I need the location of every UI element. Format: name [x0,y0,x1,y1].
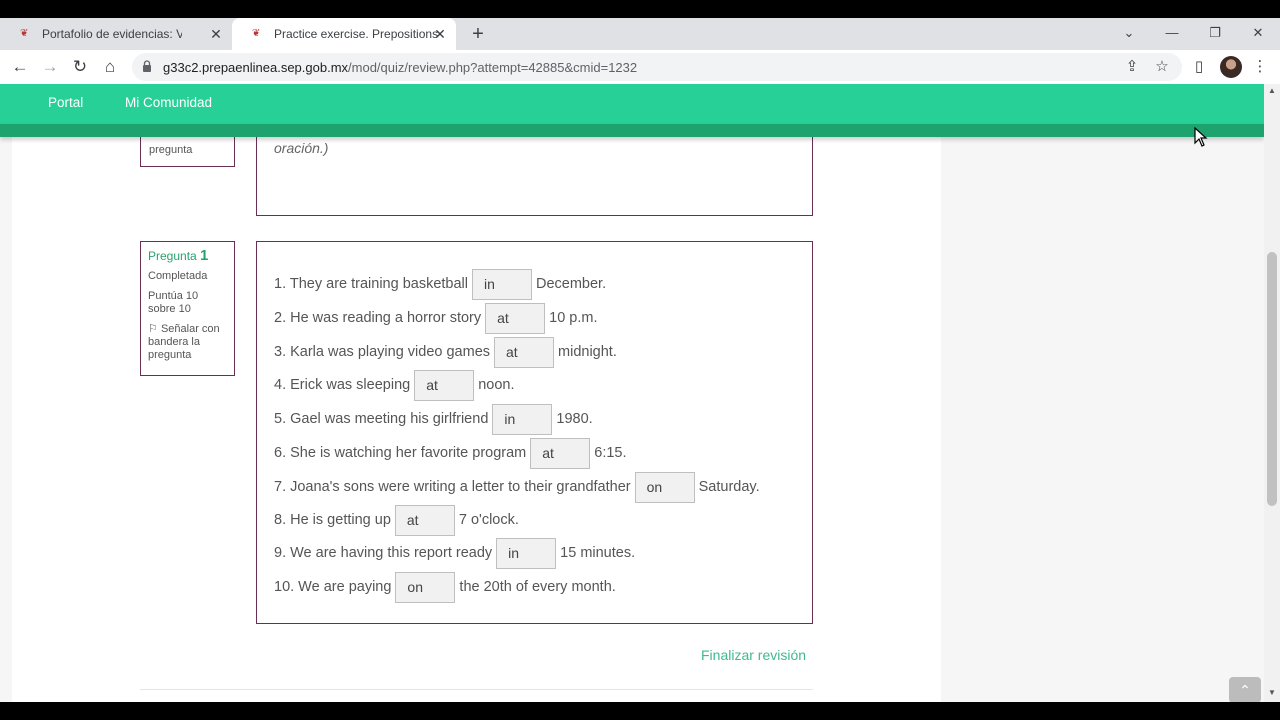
window-close-icon[interactable]: ✕ [1236,18,1280,50]
sentence-text-before: 10. We are paying [274,579,392,595]
browser-window: ❦ Portafolio de evidencias: Ver ✕ ❦ Prac… [0,18,1280,702]
back-to-top-button[interactable]: ⌃ [1229,677,1261,702]
browser-toolbar: ← → ↻ ⌂ g33c2.prepaenlinea.sep.gob.mx/mo… [0,50,1280,84]
question-sentence: 6. She is watching her favorite program a… [274,437,627,469]
site-favicon-icon: ❦ [20,28,29,39]
answer-field: at [485,302,546,334]
sentence-text-after: 10 p.m. [549,310,598,326]
sentence-text-after: 1980. [556,411,593,427]
flag-question-label: Señalar con bandera la pregunta [148,323,220,361]
sentence-text-before: 1. They are training basketball [274,276,468,292]
answer-field: in [492,403,553,435]
flag-icon: ⚐ [148,323,158,335]
restore-icon[interactable]: ❐ [1193,18,1237,50]
web-page: pregunta oración.) Pregunta 1 Completada… [0,84,1264,702]
sentence-text-after: Saturday. [698,479,760,495]
finish-review-link[interactable]: Finalizar revisión [701,647,806,663]
sentence-text-after: 7 o'clock. [458,512,519,528]
answer-field: on [634,471,695,503]
sentence-text-before: 8. He is getting up [274,512,391,528]
question-sentence: 7. Joana's sons were writing a letter to… [274,471,760,503]
right-column [941,137,1264,702]
site-navbar: Portal Mi Comunidad [0,84,1264,124]
sentence-text-before: 6. She is watching her favorite program [274,445,527,461]
tab-title: Practice exercise. Prepositions: Re [274,27,438,41]
address-bar[interactable]: g33c2.prepaenlinea.sep.gob.mx/mod/quiz/r… [132,53,1182,81]
question-number: Pregunta 1 [148,247,227,264]
sentence-text-before: 7. Joana's sons were writing a letter to… [274,479,631,495]
question-sentence: 4. Erick was sleeping at noon. [274,369,515,401]
previous-question-label: pregunta [149,144,193,156]
new-tab-icon[interactable]: + [466,22,490,46]
tab-title: Portafolio de evidencias: Ver [42,27,182,41]
question-sentence: 5. Gael was meeting his girlfriend in 1980… [274,403,593,435]
answer-field: in [472,268,532,300]
navbar-accent-strip [0,124,1264,137]
tab-close-icon[interactable]: ✕ [432,26,448,42]
scroll-up-icon[interactable]: ▲ [1264,86,1280,98]
nav-link-mi-comunidad[interactable]: Mi Comunidad [125,95,212,110]
question-sentence: 9. We are having this report ready in 15 m… [274,537,635,569]
sentence-text-after: midnight. [558,344,617,360]
tab-portafolio[interactable]: ❦ Portafolio de evidencias: Ver ✕ [0,18,232,50]
browser-menu-icon[interactable]: ⋮ [1248,55,1272,79]
question-sentence: 10. We are paying on the 20th of every mon… [274,571,616,603]
minimize-icon[interactable]: — [1150,18,1194,50]
bookmark-star-icon[interactable]: ☆ [1150,55,1174,79]
answer-field: at [494,336,555,368]
sentence-text-after: the 20th of every month. [459,579,616,595]
tab-close-icon[interactable]: ✕ [208,26,224,42]
question-sentence: 1. They are training basketball in Decembe… [274,268,606,300]
mouse-cursor-icon [1194,127,1208,147]
nav-link-portal[interactable]: Portal [48,95,83,110]
reload-icon[interactable]: ↻ [68,55,92,79]
url-text: g33c2.prepaenlinea.sep.gob.mx/mod/quiz/r… [163,60,637,75]
answer-field: at [530,437,591,469]
question-box: 1. They are training basketball in Decembe… [256,241,813,624]
scroll-thumb[interactable] [1267,252,1277,506]
question-sentence: 8. He is getting up at 7 o'clock. [274,504,519,536]
tab-practice-exercise[interactable]: ❦ Practice exercise. Prepositions: Re ✕ [232,18,456,50]
sentence-text-after: December. [536,276,607,292]
answer-field: on [395,571,456,603]
answer-field: at [394,504,455,536]
sentence-text-before: 3. Karla was playing video games [274,344,491,360]
share-icon[interactable]: ⇪ [1120,55,1144,79]
previous-question-text: oración.) [274,140,329,156]
question-state: Completada [148,270,208,282]
side-panel-icon[interactable]: ▯ [1187,55,1211,79]
question-number-prefix: Pregunta [148,249,197,263]
answer-field: at [414,369,475,401]
question-sentence: 2. He was reading a horror story at 10 p.m… [274,302,597,334]
sentence-text-before: 9. We are having this report ready [274,545,493,561]
previous-question-box: oración.) [256,127,813,216]
question-info: Pregunta 1 Completada Puntúa 10 sobre 10… [140,241,235,376]
question-number-value: 1 [200,247,209,264]
tab-search-icon[interactable]: ⌄ [1107,18,1151,50]
answer-field: in [496,537,557,569]
sentence-text-before: 5. Gael was meeting his girlfriend [274,411,489,427]
back-icon[interactable]: ← [8,55,32,79]
scroll-down-icon[interactable]: ▼ [1264,688,1280,700]
divider [140,689,813,690]
question-grade: Puntúa 10 sobre 10 [148,290,199,315]
url-host: g33c2.prepaenlinea.sep.gob.mx [163,60,349,75]
page-scrollbar[interactable]: ▲ ▼ [1264,84,1280,702]
sentence-text-before: 4. Erick was sleeping [274,377,411,393]
sentence-text-after: 6:15. [594,445,627,461]
sentence-text-after: 15 minutes. [560,545,636,561]
sentence-text-before: 2. He was reading a horror story [274,310,482,326]
tab-strip: ❦ Portafolio de evidencias: Ver ✕ ❦ Prac… [0,18,1280,50]
url-path: /mod/quiz/review.php?attempt=42885&cmid=… [348,60,638,75]
flag-question-link[interactable]: ⚐ Señalar con bandera la pregunta [148,323,227,362]
main-content: pregunta oración.) Pregunta 1 Completada… [12,127,941,702]
site-favicon-icon: ❦ [252,28,261,39]
forward-icon[interactable]: → [38,55,62,79]
lock-icon [143,60,151,72]
question-sentence: 3. Karla was playing video games at midnig… [274,336,617,368]
home-icon[interactable]: ⌂ [98,55,122,79]
profile-avatar[interactable] [1220,56,1242,78]
sentence-text-after: noon. [478,377,515,393]
